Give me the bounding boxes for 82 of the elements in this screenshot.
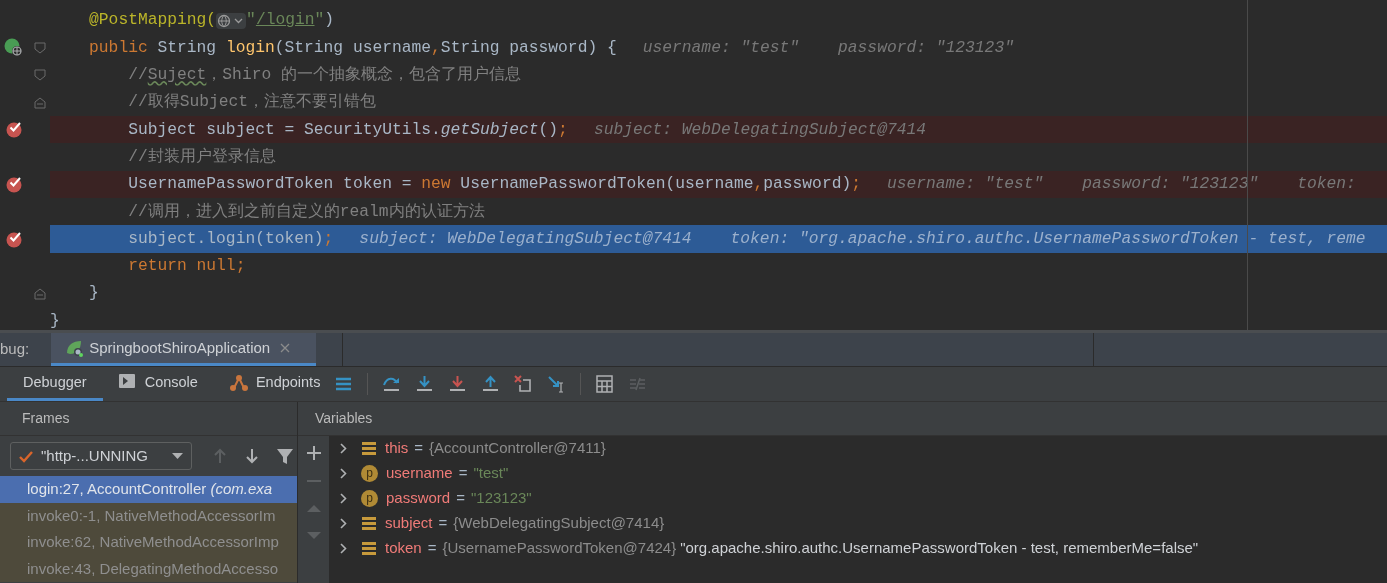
breakpoint-icon[interactable] — [6, 121, 22, 139]
variable-name: subject — [385, 513, 433, 534]
session-tab[interactable]: SpringbootShiroApplication — [51, 333, 317, 366]
inline-value-hint: subject: WebDelegatingSubject@7414 — [359, 227, 692, 250]
check-icon — [19, 449, 33, 463]
variable-name: password — [386, 488, 451, 509]
run-gutter-icon[interactable] — [3, 38, 23, 58]
add-icon[interactable] — [306, 446, 321, 460]
web-endpoint-icon[interactable] — [216, 12, 247, 29]
force-step-into-icon[interactable] — [448, 375, 468, 393]
variable-value: {AccountController@7411} — [429, 438, 606, 459]
code-line: @PostMapping( — [88, 9, 217, 32]
code-line: //调用，进入到之前自定义的realm内的认证方法 — [127, 200, 485, 223]
inline-value-hint: password: "123123" — [838, 36, 1014, 59]
fold-marker-icon[interactable] — [34, 96, 46, 109]
expand-chevron-icon[interactable] — [340, 518, 347, 529]
step-out-icon[interactable] — [481, 375, 501, 393]
stack-frame-row[interactable]: invoke:43, DelegatingMethodAccesso — [0, 555, 297, 582]
variable-value: {WebDelegatingSubject@7414} — [453, 513, 665, 534]
list-icon[interactable] — [334, 375, 354, 393]
nodes-icon — [229, 373, 248, 392]
code-line: //Suject，Shiro 的一个抽象概念，包含了用户信息 — [127, 64, 521, 86]
field-icon — [362, 516, 376, 531]
variable-name: this — [385, 438, 409, 459]
equals-sign: = — [458, 463, 468, 484]
tool-tab[interactable]: Console — [102, 367, 214, 401]
thread-dropdown[interactable]: "http-...UNNING — [10, 442, 192, 470]
fold-marker-icon[interactable] — [34, 69, 46, 82]
inline-value-hint: token: "org.apache.shiro.authc.UsernamePasswordToken - test, reme — [730, 227, 1366, 250]
equals-sign: = — [456, 488, 465, 509]
equals-sign: = — [427, 538, 437, 559]
code-line: //封装用户登录信息 — [127, 145, 276, 168]
inline-value-hint: token: — [1297, 173, 1356, 196]
field-icon — [362, 541, 376, 556]
code-line: } — [88, 282, 99, 305]
code-line: "/login") — [246, 9, 335, 32]
tool-tab[interactable]: Debugger — [7, 367, 103, 401]
equals-sign: = — [438, 513, 448, 534]
code-line: //取得Subject，注意不要引错包 — [127, 91, 377, 114]
inline-value-hint: subject: WebDelegatingSubject@7414 — [593, 118, 927, 141]
step-over-icon[interactable] — [382, 375, 402, 393]
field-icon — [362, 441, 376, 456]
stack-frame-row[interactable]: login:27, AccountController (com.exa — [0, 476, 297, 503]
variable-value: {UsernamePasswordToken@7424} — [442, 538, 677, 559]
variable-name: username — [386, 463, 453, 484]
code-line: } — [50, 309, 60, 330]
expand-chevron-icon[interactable] — [340, 443, 347, 454]
variable-value: "test" — [473, 463, 509, 484]
down-arrow-icon[interactable] — [244, 448, 260, 464]
fold-marker-icon[interactable] — [34, 287, 46, 300]
step-into-icon[interactable] — [415, 375, 435, 393]
breakpoint-icon[interactable] — [6, 230, 22, 248]
breakpoint-icon[interactable] — [6, 175, 22, 193]
variable-description: "org.apache.shiro.authc.UsernamePasswordToken - test, rememberMe=false" — [680, 538, 1199, 559]
parameter-badge: p — [361, 465, 378, 482]
debug-label: bug: — [0, 339, 30, 360]
panel-title: Variables — [315, 409, 373, 428]
code-line: Subject subject = SecurityUtils.getSubject(); — [127, 118, 568, 141]
parameter-badge: p — [361, 490, 378, 507]
equals-sign: = — [414, 438, 424, 459]
inline-value-hint: username: "test" — [887, 173, 1044, 196]
panel-title: Frames — [22, 409, 70, 428]
drop-frame-icon[interactable] — [514, 375, 534, 393]
code-line: public String login(String username,String password) { — [88, 36, 617, 59]
calculator-icon[interactable] — [595, 375, 615, 393]
code-line: UsernamePasswordToken token = new UsernamePasswordToken(username,password); — [127, 173, 861, 196]
caret-icon — [172, 453, 183, 459]
fold-marker-icon[interactable] — [34, 41, 46, 54]
variable-name: token — [385, 538, 422, 559]
inline-value-hint: password: "123123" — [1082, 173, 1259, 196]
stack-frame-row[interactable]: invoke:62, NativeMethodAccessorImp — [0, 529, 297, 556]
expand-chevron-icon[interactable] — [340, 493, 347, 504]
code-line: return null; — [127, 255, 246, 278]
expand-chevron-icon[interactable] — [340, 468, 347, 479]
variable-value: "123123" — [470, 488, 532, 509]
stack-frame-row[interactable]: invoke0:-1, NativeMethodAccessorIm — [0, 502, 297, 529]
spring-bug-icon — [65, 339, 84, 357]
expand-chevron-icon[interactable] — [340, 543, 347, 554]
inline-value-hint: username: "test" — [642, 36, 800, 59]
filter-icon[interactable] — [276, 447, 294, 465]
tool-tab[interactable]: Endpoints — [213, 367, 337, 401]
code-line: subject.login(token); — [127, 227, 334, 250]
